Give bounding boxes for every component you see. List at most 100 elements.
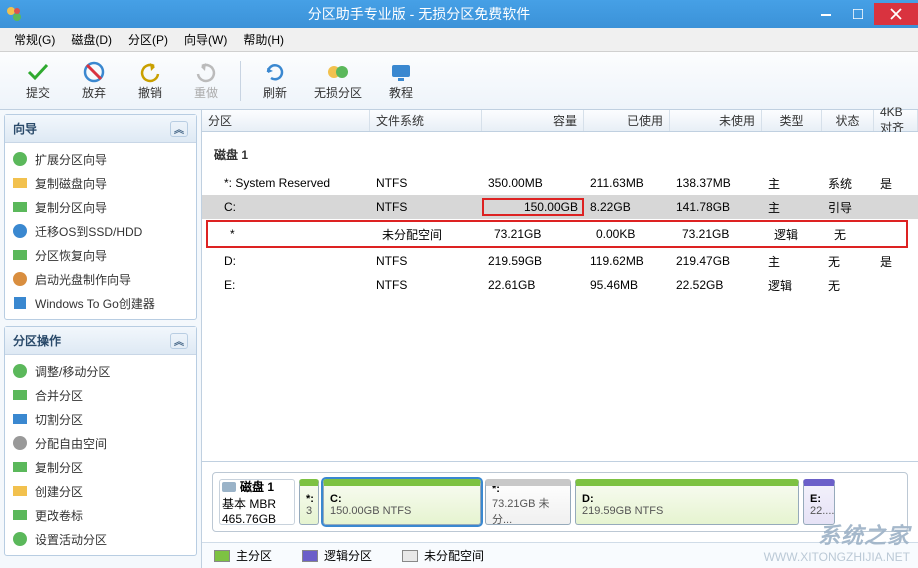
- cell-filesystem: NTFS: [370, 200, 482, 214]
- wizard-item[interactable]: 分区恢复向导: [5, 243, 196, 267]
- wizard-item[interactable]: 复制分区向导: [5, 195, 196, 219]
- col-status[interactable]: 状态: [822, 110, 874, 131]
- undo-button[interactable]: 撤销: [122, 54, 178, 108]
- wizard-item[interactable]: 迁移OS到SSD/HDD: [5, 219, 196, 243]
- menu-partition[interactable]: 分区(P): [120, 28, 176, 51]
- wizard-item[interactable]: Windows To Go创建器: [5, 291, 196, 315]
- cell-status: 无: [822, 253, 874, 270]
- ops-item-label: 设置活动分区: [35, 531, 107, 548]
- col-filesystem[interactable]: 文件系统: [370, 110, 482, 131]
- ops-item-icon: [11, 410, 29, 428]
- wizard-panel: 向导 ︽ 扩展分区向导复制磁盘向导复制分区向导迁移OS到SSD/HDD分区恢复向…: [4, 114, 197, 320]
- disk-map-block[interactable]: E:22....: [803, 479, 835, 525]
- ops-item-label: 调整/移动分区: [35, 363, 110, 380]
- wizard-item-icon: [11, 222, 29, 240]
- cell-status: 引导: [822, 199, 874, 216]
- refresh-button[interactable]: 刷新: [247, 54, 303, 108]
- ops-item[interactable]: 更改卷标: [5, 503, 196, 527]
- cell-capacity: 73.21GB: [488, 227, 590, 241]
- legend-swatch-primary: [214, 550, 230, 562]
- partition-row[interactable]: C:NTFS150.00GB8.22GB141.78GB主引导: [202, 195, 918, 219]
- ops-item[interactable]: 切割分区: [5, 407, 196, 431]
- cell-4k-align: 是: [874, 175, 918, 192]
- redo-button[interactable]: 重做: [178, 54, 234, 108]
- col-free[interactable]: 未使用: [670, 110, 762, 131]
- toolbar-separator: [240, 61, 241, 101]
- redo-icon: [194, 60, 218, 84]
- menu-view[interactable]: 常规(G): [6, 28, 63, 51]
- discard-button[interactable]: 放弃: [66, 54, 122, 108]
- partition-row[interactable]: E:NTFS22.61GB95.46MB22.52GB逻辑无: [202, 273, 918, 297]
- wizard-item[interactable]: 复制磁盘向导: [5, 171, 196, 195]
- partition-row[interactable]: *: System ReservedNTFS350.00MB211.63MB13…: [202, 171, 918, 195]
- cell-status: 无: [822, 277, 874, 294]
- cell-free: 219.47GB: [670, 254, 762, 268]
- close-button[interactable]: [874, 3, 918, 25]
- wizard-panel-header[interactable]: 向导 ︽: [5, 115, 196, 143]
- wizard-item-label: 复制分区向导: [35, 199, 107, 216]
- maximize-button[interactable]: [842, 3, 874, 25]
- cell-free: 141.78GB: [670, 200, 762, 214]
- wizard-item-icon: [11, 246, 29, 264]
- wizard-item[interactable]: 扩展分区向导: [5, 147, 196, 171]
- ops-item[interactable]: 设置活动分区: [5, 527, 196, 551]
- disk-map: 磁盘 1 基本 MBR 465.76GB *:3C:150.00GB NTFS*…: [212, 472, 908, 532]
- menu-disk[interactable]: 磁盘(D): [63, 28, 120, 51]
- undo-icon: [138, 60, 162, 84]
- cell-used: 211.63MB: [584, 176, 670, 190]
- ops-item-icon: [11, 530, 29, 548]
- cell-type: 逻辑: [768, 226, 828, 243]
- col-type[interactable]: 类型: [762, 110, 822, 131]
- col-capacity[interactable]: 容量: [482, 110, 584, 131]
- block-name: C:: [330, 493, 474, 505]
- legend-swatch-unallocated: [402, 550, 418, 562]
- ops-item-icon: [11, 386, 29, 404]
- disk-map-block[interactable]: *:73.21GB 未分...: [485, 479, 571, 525]
- chevron-up-icon[interactable]: ︽: [170, 333, 188, 349]
- block-name: *:: [306, 493, 312, 505]
- minimize-button[interactable]: [810, 3, 842, 25]
- discard-icon: [82, 60, 106, 84]
- col-4k-align[interactable]: 4KB对齐: [874, 110, 918, 131]
- cell-free: 22.52GB: [670, 278, 762, 292]
- col-used[interactable]: 已使用: [584, 110, 670, 131]
- panel-title: 向导: [13, 120, 37, 137]
- lossless-button[interactable]: 无损分区: [303, 54, 373, 108]
- ops-item-icon: [11, 434, 29, 452]
- block-name: D:: [582, 493, 792, 505]
- partition-row[interactable]: D:NTFS219.59GB119.62MB219.47GB主无是: [202, 249, 918, 273]
- block-name: E:: [810, 493, 828, 505]
- ops-item[interactable]: 分配自由空间: [5, 431, 196, 455]
- wizard-item[interactable]: 启动光盘制作向导: [5, 267, 196, 291]
- ops-item[interactable]: 合并分区: [5, 383, 196, 407]
- disk-map-block[interactable]: C:150.00GB NTFS: [323, 479, 481, 525]
- cell-status: 系统: [822, 175, 874, 192]
- ops-items: 调整/移动分区合并分区切割分区分配自由空间复制分区创建分区更改卷标设置活动分区: [5, 355, 196, 555]
- chevron-up-icon[interactable]: ︽: [170, 121, 188, 137]
- tutorial-button[interactable]: 教程: [373, 54, 429, 108]
- ops-item-label: 切割分区: [35, 411, 83, 428]
- menu-help[interactable]: 帮助(H): [235, 28, 292, 51]
- cell-type: 主: [762, 175, 822, 192]
- ops-item[interactable]: 复制分区: [5, 455, 196, 479]
- ops-item[interactable]: 调整/移动分区: [5, 359, 196, 383]
- partition-row[interactable]: *未分配空间73.21GB0.00KB73.21GB逻辑无: [208, 222, 906, 246]
- commit-button[interactable]: 提交: [10, 54, 66, 108]
- ops-item[interactable]: 创建分区: [5, 479, 196, 503]
- disk-map-block[interactable]: D:219.59GB NTFS: [575, 479, 799, 525]
- disk-map-info[interactable]: 磁盘 1 基本 MBR 465.76GB: [219, 479, 295, 525]
- disk-map-block[interactable]: *:3: [299, 479, 319, 525]
- check-icon: [26, 60, 50, 84]
- ops-item-label: 创建分区: [35, 483, 83, 500]
- ops-item-icon: [11, 458, 29, 476]
- wizard-item-icon: [11, 174, 29, 192]
- sidebar: 向导 ︽ 扩展分区向导复制磁盘向导复制分区向导迁移OS到SSD/HDD分区恢复向…: [0, 110, 202, 568]
- col-partition[interactable]: 分区: [202, 110, 370, 131]
- cell-capacity: 219.59GB: [482, 254, 584, 268]
- ops-item-label: 合并分区: [35, 387, 83, 404]
- ops-panel-header[interactable]: 分区操作 ︽: [5, 327, 196, 355]
- cell-free: 73.21GB: [676, 227, 768, 241]
- legend-unallocated: 未分配空间: [402, 547, 484, 564]
- menu-wizard[interactable]: 向导(W): [176, 28, 235, 51]
- grid-body[interactable]: 磁盘 1 *: System ReservedNTFS350.00MB211.6…: [202, 132, 918, 461]
